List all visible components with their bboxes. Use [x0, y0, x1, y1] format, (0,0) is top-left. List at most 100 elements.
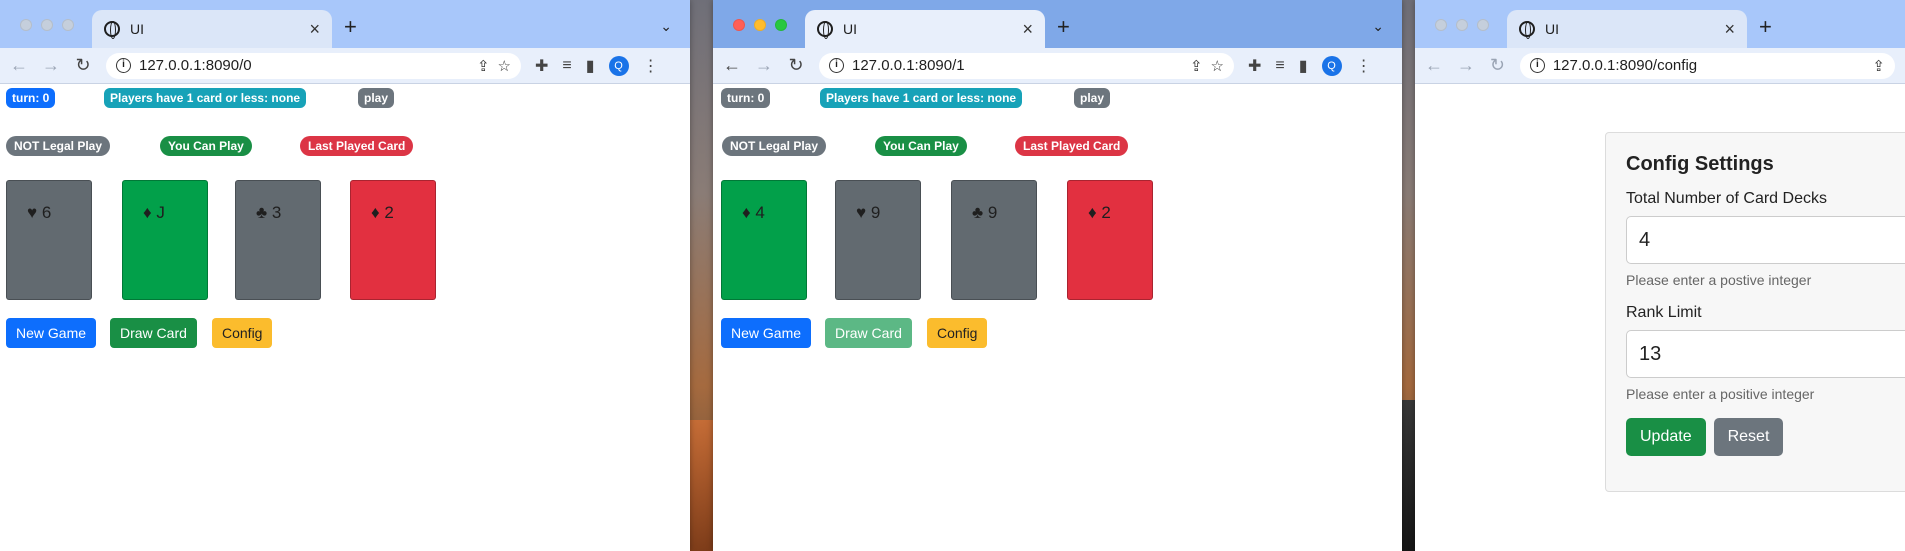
browser-tab[interactable]: UI × [805, 10, 1045, 48]
forward-arrow-icon[interactable]: → [42, 55, 60, 76]
url-text: 127.0.0.1:8090/0 [139, 57, 252, 74]
browser-window-player-1: UI × + ⌄ ← → ↻ i 127.0.0.1:8090/1 ⇪ ☆ ✚ … [713, 0, 1402, 551]
kebab-menu-icon[interactable]: ⋮ [643, 56, 659, 76]
chevron-down-icon[interactable]: ⌄ [660, 18, 672, 35]
browser-window-player-0: UI × + ⌄ ← → ↻ i 127.0.0.1:8090/0 ⇪ ☆ ✚ … [0, 0, 690, 551]
close-tab-icon[interactable]: × [1022, 19, 1033, 40]
players-badge: Players have 1 card or less: none [104, 88, 307, 108]
playing-card[interactable]: ♥ 9 [835, 180, 921, 300]
tab-strip: UI × + ⌄ [0, 0, 690, 48]
players-badge: Players have 1 card or less: none [820, 88, 1023, 108]
config-button[interactable]: Config [212, 318, 273, 348]
back-arrow-icon[interactable]: ← [10, 55, 28, 76]
tab-strip: UI × + ⌄ [713, 0, 1402, 48]
info-icon[interactable]: i [1529, 58, 1545, 73]
chevron-down-icon[interactable]: ⌄ [1372, 18, 1384, 35]
reload-icon[interactable]: ↻ [787, 55, 805, 76]
legend-you-can-play: You Can Play [875, 136, 967, 156]
minimize-window-button[interactable] [754, 19, 766, 31]
close-tab-icon[interactable]: × [1724, 19, 1735, 40]
extensions-puzzle-icon[interactable]: ✚ [535, 56, 548, 76]
new-tab-button[interactable]: + [1759, 14, 1772, 40]
close-window-button[interactable] [1435, 19, 1447, 31]
zoom-window-button[interactable] [1477, 19, 1489, 31]
page-content: Config Settings Total Number of Card Dec… [1415, 84, 1905, 551]
draw-card-button[interactable]: Draw Card [110, 318, 197, 348]
share-icon[interactable]: ⇪ [1190, 57, 1203, 75]
side-panel-icon[interactable]: ▮ [586, 56, 595, 76]
decks-label: Total Number of Card Decks [1626, 190, 1827, 207]
close-tab-icon[interactable]: × [309, 19, 320, 40]
globe-icon [104, 21, 120, 39]
globe-icon [1519, 21, 1535, 39]
decks-input[interactable] [1626, 216, 1905, 264]
profile-avatar[interactable]: Q [608, 55, 629, 76]
playing-card[interactable]: ♣ 9 [951, 180, 1037, 300]
forward-arrow-icon[interactable]: → [755, 55, 773, 76]
bookmark-star-icon[interactable]: ☆ [1211, 57, 1224, 75]
card-suit: ♦ [742, 203, 751, 222]
card-suit: ♣ [256, 203, 268, 222]
info-icon[interactable]: i [829, 58, 844, 73]
playing-card[interactable]: ♦ 4 [721, 180, 807, 300]
zoom-window-button[interactable] [775, 19, 787, 31]
tab-title: UI [843, 21, 857, 37]
card-label: ♦ 4 [742, 203, 765, 223]
card-label: ♣ 9 [972, 203, 997, 223]
close-window-button[interactable] [733, 19, 745, 31]
last-played-card: ♦ 2 [1067, 180, 1153, 300]
close-window-button[interactable] [20, 19, 32, 31]
legend-not-legal-play: NOT Legal Play [6, 136, 111, 156]
card-label: ♥ 6 [27, 203, 51, 223]
config-settings-panel: Config Settings Total Number of Card Dec… [1605, 132, 1905, 492]
card-label: ♣ 3 [256, 203, 281, 223]
back-arrow-icon[interactable]: ← [723, 55, 741, 76]
card-label: ♦ 2 [1088, 203, 1111, 223]
new-game-button[interactable]: New Game [6, 318, 97, 348]
draw-card-button[interactable]: Draw Card [825, 318, 912, 348]
window-controls [733, 19, 787, 31]
card-rank: 9 [987, 203, 998, 222]
update-button[interactable]: Update [1626, 418, 1706, 456]
config-button[interactable]: Config [927, 318, 988, 348]
reload-icon[interactable]: ↻ [1489, 55, 1506, 76]
playing-card[interactable]: ♥ 6 [6, 180, 92, 300]
tab-strip: UI × + [1415, 0, 1905, 48]
last-played-card: ♦ 2 [350, 180, 436, 300]
address-bar[interactable]: i 127.0.0.1:8090/1 ⇪ ☆ [819, 52, 1234, 79]
minimize-window-button[interactable] [41, 19, 53, 31]
reload-icon[interactable]: ↻ [74, 55, 92, 76]
minimize-window-button[interactable] [1456, 19, 1468, 31]
address-bar[interactable]: i 127.0.0.1:8090/0 ⇪ ☆ [106, 52, 521, 79]
page-content: turn: 0 Players have 1 card or less: non… [0, 84, 690, 551]
reading-list-icon[interactable]: ≡ [1275, 57, 1284, 75]
share-icon[interactable]: ⇪ [477, 57, 490, 75]
playing-card[interactable]: ♣ 3 [235, 180, 321, 300]
browser-tab[interactable]: UI × [92, 10, 332, 48]
new-game-button[interactable]: New Game [721, 318, 812, 348]
rank-limit-input[interactable] [1626, 330, 1905, 378]
profile-avatar[interactable]: Q [1321, 55, 1342, 76]
share-icon[interactable]: ⇪ [1872, 57, 1885, 75]
bookmark-star-icon[interactable]: ☆ [498, 57, 511, 75]
kebab-menu-icon[interactable]: ⋮ [1356, 56, 1372, 76]
reading-list-icon[interactable]: ≡ [562, 57, 571, 75]
forward-arrow-icon[interactable]: → [1457, 55, 1475, 76]
playing-card[interactable]: ♦ J [122, 180, 208, 300]
side-panel-icon[interactable]: ▮ [1299, 56, 1308, 76]
new-tab-button[interactable]: + [344, 14, 357, 40]
card-rank: 3 [271, 203, 282, 222]
decks-help-text: Please enter a postive integer [1626, 272, 1812, 288]
reset-button[interactable]: Reset [1713, 418, 1784, 456]
new-tab-button[interactable]: + [1057, 14, 1070, 40]
address-bar[interactable]: i 127.0.0.1:8090/config ⇪ [1519, 52, 1895, 79]
card-label: ♦ J [143, 203, 165, 223]
card-label: ♥ 9 [856, 203, 880, 223]
extensions-puzzle-icon[interactable]: ✚ [1248, 56, 1261, 76]
rank-limit-label: Rank Limit [1626, 304, 1702, 321]
browser-toolbar: ← → ↻ i 127.0.0.1:8090/1 ⇪ ☆ ✚ ≡ ▮ Q ⋮ [713, 48, 1402, 84]
info-icon[interactable]: i [116, 58, 131, 73]
back-arrow-icon[interactable]: ← [1425, 55, 1443, 76]
browser-tab[interactable]: UI × [1507, 10, 1747, 48]
zoom-window-button[interactable] [62, 19, 74, 31]
